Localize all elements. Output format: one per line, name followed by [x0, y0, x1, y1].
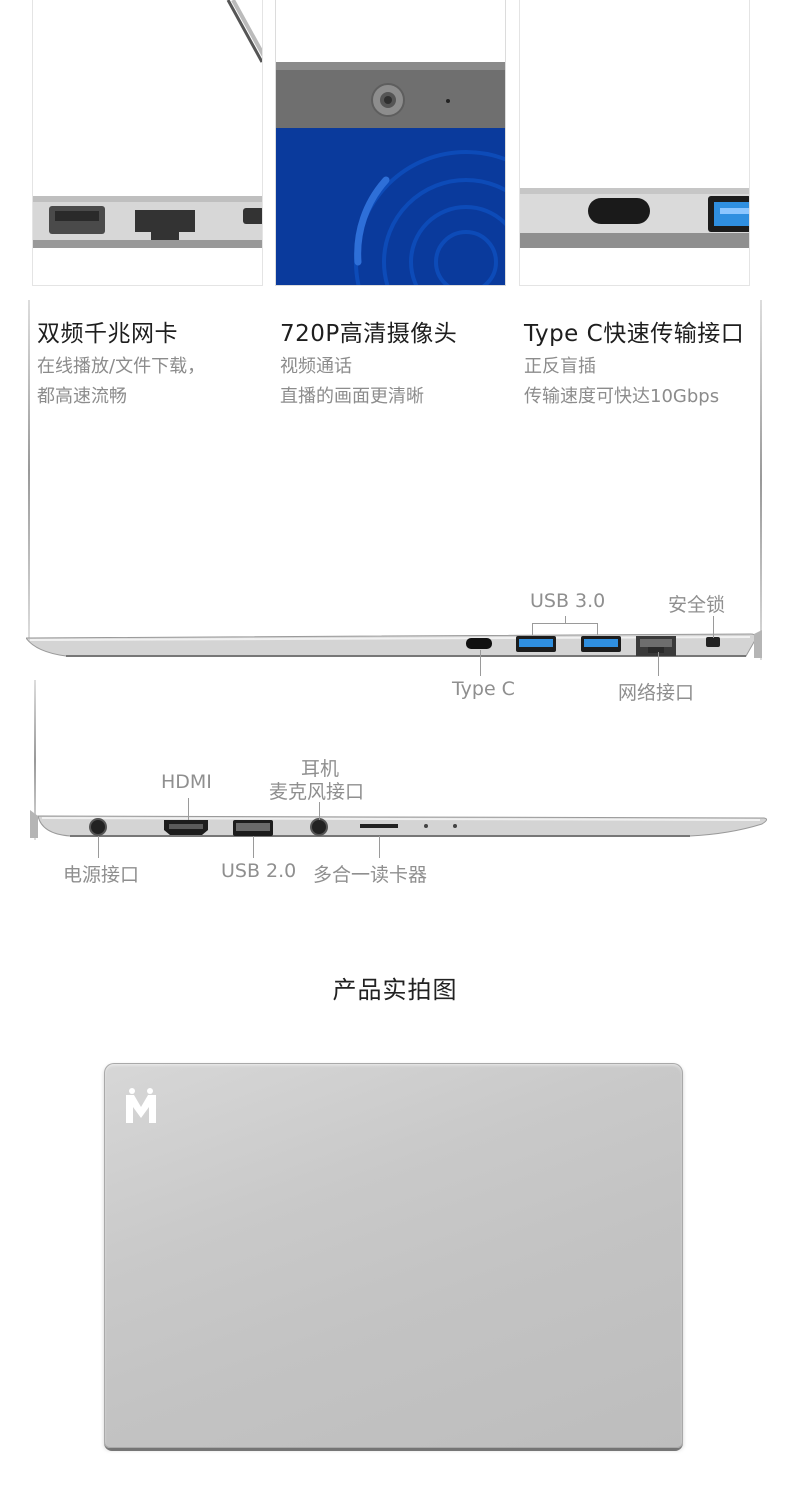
- feature-card-camera: [275, 0, 506, 286]
- power-lead: [98, 836, 99, 858]
- feature-card-network: [32, 0, 263, 286]
- laptop-left-side-view: [30, 810, 768, 838]
- lock-lead: [713, 616, 714, 638]
- label-card-reader: 多合一读卡器: [313, 864, 428, 886]
- feature-desc-network-1: 在线播放/文件下载，: [37, 356, 206, 377]
- feature-card-typec: [519, 0, 750, 286]
- feature-desc-network-2: 都高速流畅: [37, 386, 127, 407]
- brand-logo-icon: [126, 1088, 156, 1123]
- card-reader-slot-icon: [360, 824, 398, 828]
- usb30-lead-2: [597, 623, 598, 635]
- label-typec: Type C: [452, 678, 515, 700]
- card-reader-lead: [379, 836, 380, 858]
- label-power: 电源接口: [63, 864, 140, 886]
- typec-lead: [480, 650, 481, 676]
- lan-lead: [658, 652, 659, 676]
- laptop-right-edge: [760, 300, 762, 660]
- hdmi-lead: [188, 798, 189, 820]
- label-headset-line2: 麦克风接口: [269, 781, 365, 803]
- label-security-lock: 安全锁: [668, 594, 726, 616]
- feature-title-network: 双频千兆网卡: [37, 321, 178, 347]
- laptop-typec-port-image: [520, 188, 749, 248]
- headset-lead: [319, 802, 320, 820]
- feature-desc-camera-1: 视频通话: [280, 356, 352, 377]
- feature-desc-typec-1: 正反盲插: [524, 356, 596, 377]
- usb30-lead-center: [565, 616, 566, 624]
- headset-port-icon: [310, 818, 328, 836]
- label-hdmi: HDMI: [161, 771, 212, 793]
- feature-desc-camera-2: 直播的画面更清晰: [280, 386, 424, 407]
- laptop-left-edge: [28, 300, 30, 640]
- usb20-lead: [253, 836, 254, 858]
- security-lock-slot-icon: [706, 637, 720, 647]
- camera-bezel-image: [276, 0, 505, 285]
- feature-desc-typec-2: 传输速度可快达10Gbps: [524, 386, 720, 407]
- laptop-right-side-view: [26, 630, 762, 658]
- section-title-product-photo: 产品实拍图: [332, 976, 458, 1004]
- label-usb30: USB 3.0: [530, 590, 606, 612]
- typec-port-icon: [466, 638, 492, 649]
- feature-title-typec: Type C快速传输接口: [524, 321, 745, 347]
- label-lan: 网络接口: [618, 682, 695, 704]
- feature-title-camera: 720P高清摄像头: [280, 321, 458, 347]
- label-usb20: USB 2.0: [221, 860, 297, 882]
- usb30-lead-1: [532, 623, 533, 635]
- laptop-side-ports-image: [33, 0, 262, 248]
- laptop-lid-photo: [104, 1063, 683, 1448]
- power-port-icon: [89, 818, 107, 836]
